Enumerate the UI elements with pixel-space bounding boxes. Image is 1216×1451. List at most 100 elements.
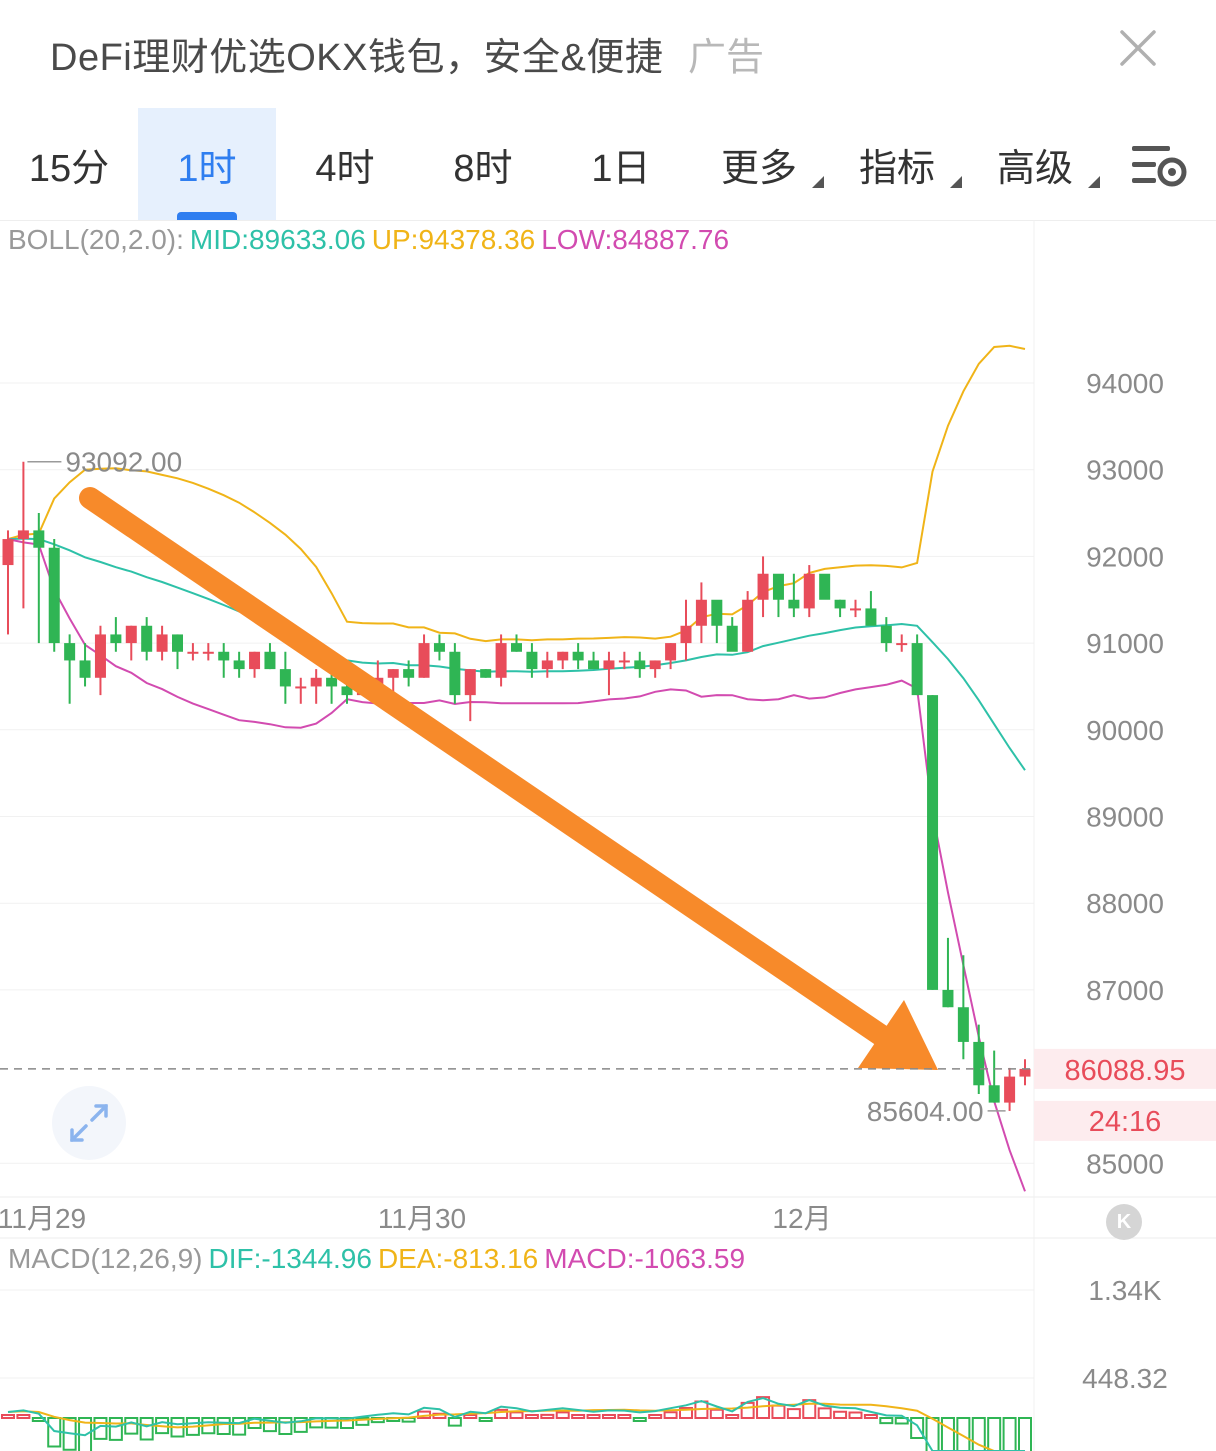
high-price-label: 93092.00 <box>65 447 182 478</box>
countdown-value: 24:16 <box>1089 1106 1162 1138</box>
candle-body <box>665 643 677 661</box>
macd-value: MACD:-1063.59 <box>544 1243 746 1274</box>
candle-body <box>110 634 122 644</box>
macd-dea-line <box>7 1402 1025 1451</box>
macd-hist-bar <box>725 1414 740 1419</box>
boll-upper-line <box>7 344 1026 643</box>
kline-logo-icon[interactable]: K <box>1106 1204 1142 1240</box>
x-tick-label: 11月30 <box>378 1203 466 1234</box>
candle-body <box>957 1007 969 1042</box>
candle-body <box>403 669 415 678</box>
candle-body <box>17 530 29 540</box>
candle-body <box>2 539 14 566</box>
candle-body <box>480 669 492 678</box>
candle-body <box>634 660 646 670</box>
macd-hist-bar <box>648 1414 663 1419</box>
macd-hist-bar <box>1 1414 15 1419</box>
candle-body <box>880 625 892 644</box>
candle-body <box>896 643 908 646</box>
macd-panel <box>0 1289 1034 1451</box>
candle-body <box>449 651 461 696</box>
macd-hist-bar <box>663 1411 678 1419</box>
macd-y-tick-label: 1.34K <box>1088 1275 1161 1306</box>
boll-up: UP:94378.36 <box>371 224 536 255</box>
macd-hist-bar <box>632 1417 647 1422</box>
candle-body <box>172 634 183 652</box>
macd-hist-bar <box>509 1411 524 1419</box>
candle-body <box>511 643 522 652</box>
macd-hist-bar <box>879 1417 894 1425</box>
expand-icon <box>70 1104 108 1142</box>
candle-body <box>418 643 430 678</box>
candle-body <box>249 651 261 670</box>
candle-body <box>295 686 307 689</box>
candle-body <box>618 660 630 663</box>
macd-hist-bar <box>910 1417 925 1439</box>
candle-body <box>850 608 861 611</box>
candle-body <box>927 695 939 990</box>
candle-body <box>588 660 600 670</box>
macd-hist-bar <box>617 1414 632 1419</box>
candle-body <box>757 573 769 600</box>
price-chart[interactable]: 94000 93000 92000 91000 90000 89000 88000 87000… <box>0 0 1216 1451</box>
macd-prefix: MACD(12,26,9) <box>8 1243 203 1274</box>
macd-hist-bar <box>601 1414 616 1419</box>
candle-body <box>788 599 800 609</box>
low-price-label: 85604.00 <box>867 1096 984 1127</box>
macd-y-tick-label: 448.32 <box>1082 1363 1168 1394</box>
candle-body <box>942 989 954 1008</box>
macd-hist-bar <box>940 1417 955 1451</box>
candle-body <box>326 677 338 687</box>
y-tick-label: 88000 <box>1086 888 1164 919</box>
y-tick-label: 92000 <box>1086 541 1164 572</box>
boll-legend: BOLL(20,2.0): MID:89633.06 UP:94378.36 LOW:… <box>8 224 735 256</box>
candle-body <box>557 651 569 661</box>
candle-body <box>772 573 784 600</box>
y-tick-label: 94000 <box>1086 368 1164 399</box>
candle-body <box>433 643 445 652</box>
candle-body <box>387 669 399 678</box>
candle-body <box>988 1085 1000 1103</box>
expand-chart-button[interactable] <box>52 1086 126 1160</box>
boll-low: LOW:84887.76 <box>541 224 730 255</box>
candle-body <box>680 625 692 644</box>
candle-body <box>264 651 276 670</box>
macd-hist-bar <box>232 1417 247 1436</box>
candle-body <box>541 660 553 670</box>
candle-body <box>572 651 584 661</box>
candle-body <box>218 651 230 661</box>
candle-body <box>495 643 507 678</box>
boll-prefix: BOLL(20,2.0): <box>8 224 184 255</box>
macd-hist-bar <box>555 1411 570 1419</box>
y-tick-label: 93000 <box>1086 455 1164 486</box>
y-tick-label: 90000 <box>1086 715 1164 746</box>
candle-body <box>202 651 214 654</box>
candle-body <box>125 625 137 644</box>
macd-hist-bar <box>524 1414 539 1419</box>
macd-hist-bar <box>586 1414 601 1419</box>
candle-body <box>310 677 322 687</box>
candle-body <box>464 669 476 696</box>
macd-hist-bar <box>278 1417 293 1435</box>
macd-legend: MACD(12,26,9) DIF:-1344.96 DEA:-813.16 MACD… <box>8 1243 751 1275</box>
candle-body <box>79 660 91 678</box>
macd-hist-bar <box>540 1413 555 1419</box>
macd-hist-bar <box>571 1414 586 1419</box>
macd-dif: DIF:-1344.96 <box>208 1243 372 1274</box>
candle-body <box>94 634 106 678</box>
macd-hist-bar <box>925 1417 940 1451</box>
candle-body <box>33 530 45 548</box>
candle-body <box>156 634 168 652</box>
y-tick-label: 87000 <box>1086 975 1164 1006</box>
candle-body <box>1019 1068 1031 1077</box>
candle-body <box>64 643 76 661</box>
macd-hist-bar <box>108 1417 123 1441</box>
candle-body <box>187 651 199 654</box>
macd-hist-bar <box>447 1417 462 1427</box>
candle-body <box>48 547 60 644</box>
candle-body <box>1004 1076 1016 1103</box>
macd-hist-bar <box>216 1417 231 1435</box>
candle-body <box>695 599 707 626</box>
x-tick-label: 12月 <box>772 1203 831 1234</box>
y-tick-label: 89000 <box>1086 802 1164 833</box>
